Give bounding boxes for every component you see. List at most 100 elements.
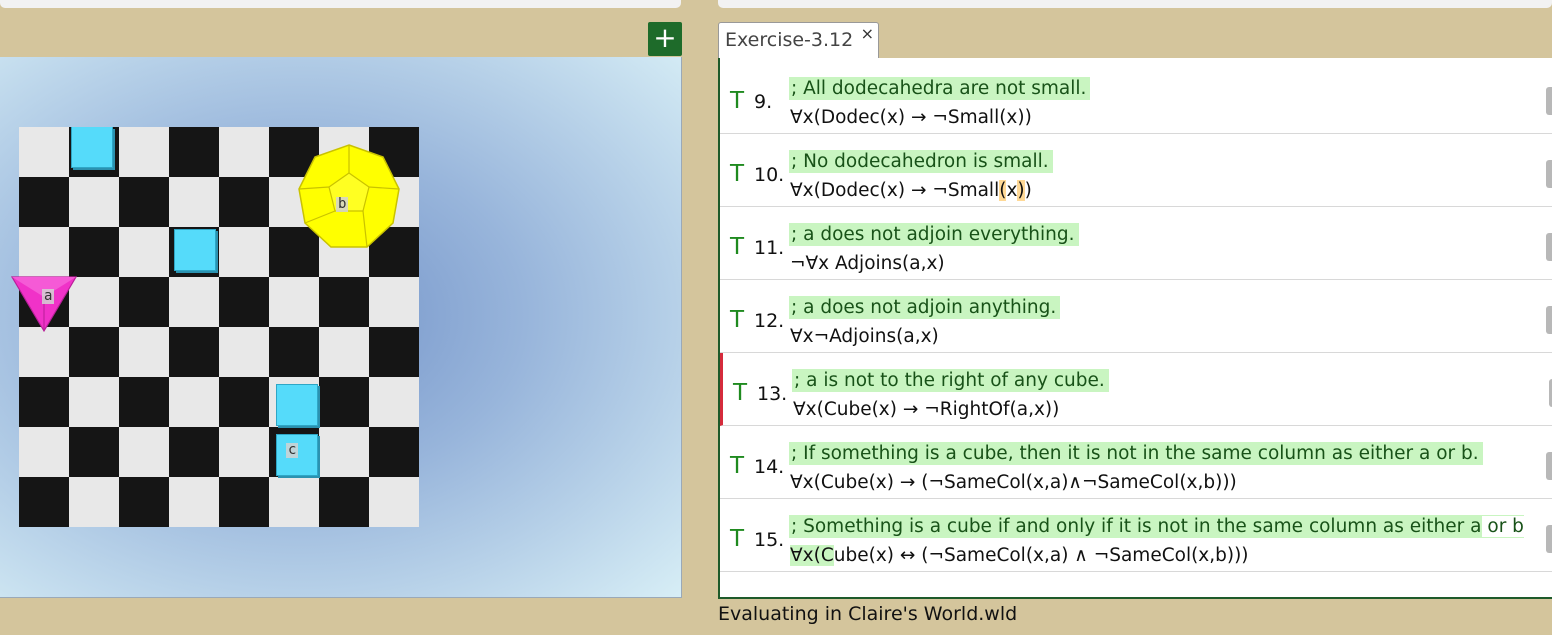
- board-cell[interactable]: [19, 477, 69, 527]
- row-handle[interactable]: [1546, 452, 1552, 480]
- board-cell[interactable]: [219, 277, 269, 327]
- board-cell[interactable]: [69, 227, 119, 277]
- sentence-number: 12.: [754, 310, 785, 332]
- sentence-row[interactable]: T 12. ; a does not adjoin anything. ∀x¬A…: [720, 280, 1552, 353]
- board-cell[interactable]: [69, 427, 119, 477]
- board-cell[interactable]: [119, 277, 169, 327]
- board-cell[interactable]: [219, 377, 269, 427]
- sentence-row[interactable]: T 9. ; All dodecahedra are not small. ∀x…: [720, 61, 1552, 134]
- board-cell[interactable]: [319, 427, 369, 477]
- board-cell[interactable]: [219, 227, 269, 277]
- board-cell[interactable]: [69, 177, 119, 227]
- sentence-row[interactable]: T 10. ; No dodecahedron is small. ∀x(Dod…: [720, 134, 1552, 207]
- formula-highlight: ∀x(C: [790, 545, 834, 566]
- sentence-number: 14.: [754, 456, 785, 478]
- sentence-formula[interactable]: ∀x(Dodec(x) → ¬Small(x)): [790, 106, 1032, 129]
- board-cell[interactable]: [219, 177, 269, 227]
- board-cell[interactable]: [269, 327, 319, 377]
- formula-text: x: [1006, 180, 1018, 201]
- board-cell[interactable]: [319, 327, 369, 377]
- sentence-row-current[interactable]: T 13. ; a is not to the right of any cub…: [720, 353, 1552, 426]
- board-cell[interactable]: [19, 327, 69, 377]
- sentence-comment: ; Something is a cube if and only if it …: [789, 515, 1524, 538]
- board-cell[interactable]: [119, 227, 169, 277]
- board-cell[interactable]: [169, 377, 219, 427]
- board-cell[interactable]: [69, 477, 119, 527]
- sentence-row[interactable]: T 15. ; Something is a cube if and only …: [720, 499, 1552, 572]
- board-cell[interactable]: [169, 277, 219, 327]
- board-cell[interactable]: [119, 377, 169, 427]
- board-cell[interactable]: [119, 127, 169, 177]
- formula-text: ube(x) ↔ (¬SameCol(x,a) ∧ ¬SameCol(x,b))…: [833, 545, 1249, 566]
- row-handle[interactable]: [1546, 87, 1552, 115]
- sentence-comment: ; All dodecahedra are not small.: [789, 77, 1091, 100]
- cube-block[interactable]: [71, 127, 113, 168]
- board-cell[interactable]: [119, 327, 169, 377]
- board-cell[interactable]: [319, 277, 369, 327]
- sentence-formula[interactable]: ∀x(Cube(x) → ¬RightOf(a,x)): [793, 398, 1059, 421]
- tab-exercise[interactable]: Exercise-3.12 ×: [718, 22, 879, 58]
- top-strip-left: [0, 0, 681, 8]
- sentence-formula[interactable]: ¬∀x Adjoins(a,x): [790, 252, 945, 275]
- board-cell[interactable]: [169, 177, 219, 227]
- board-cell[interactable]: [19, 127, 69, 177]
- sentence-number: 13.: [757, 383, 788, 405]
- board-cell[interactable]: [369, 277, 419, 327]
- board-cell[interactable]: [169, 427, 219, 477]
- board-cell[interactable]: [169, 327, 219, 377]
- board-cell[interactable]: [369, 377, 419, 427]
- tetrahedron-label-a: a: [42, 288, 55, 304]
- cube-block[interactable]: [174, 229, 216, 271]
- truth-value: T: [730, 161, 745, 187]
- sentence-comment: ; If something is a cube, then it is not…: [789, 442, 1483, 465]
- board-cell[interactable]: [369, 327, 419, 377]
- board-cell[interactable]: [119, 477, 169, 527]
- sentence-formula[interactable]: ∀x(Cube(x) ↔ (¬SameCol(x,a) ∧ ¬SameCol(x…: [790, 544, 1249, 567]
- board-cell[interactable]: [19, 227, 69, 277]
- board-cell[interactable]: [69, 377, 119, 427]
- board-cell[interactable]: [269, 477, 319, 527]
- board-cell[interactable]: [119, 427, 169, 477]
- tetrahedron-a[interactable]: [10, 275, 78, 333]
- dodecahedron-b[interactable]: [297, 143, 401, 251]
- row-handle[interactable]: [1546, 160, 1552, 188]
- board-cell[interactable]: [19, 377, 69, 427]
- cube-block[interactable]: [276, 384, 318, 426]
- board-cell[interactable]: [269, 277, 319, 327]
- board-cell[interactable]: [219, 477, 269, 527]
- board-cell[interactable]: [119, 177, 169, 227]
- sentence-list[interactable]: T 9. ; All dodecahedra are not small. ∀x…: [718, 58, 1552, 599]
- sentence-formula[interactable]: ∀x(Dodec(x) → ¬Small(x)): [790, 179, 1032, 202]
- truth-value: T: [733, 380, 748, 406]
- close-icon[interactable]: ×: [861, 24, 874, 43]
- status-text: Evaluating in Claire's World.wld: [718, 603, 1018, 625]
- board-cell[interactable]: [369, 477, 419, 527]
- board-cell[interactable]: [19, 177, 69, 227]
- row-handle[interactable]: [1546, 525, 1552, 553]
- truth-value: T: [730, 234, 745, 260]
- sentence-formula[interactable]: ∀x¬Adjoins(a,x): [790, 325, 939, 348]
- truth-value: T: [730, 307, 745, 333]
- board-cell[interactable]: [319, 377, 369, 427]
- board-cell[interactable]: [169, 477, 219, 527]
- world-view[interactable]: c b a: [0, 57, 682, 598]
- board-cell[interactable]: [319, 477, 369, 527]
- cube-label-c: c: [286, 442, 299, 458]
- add-world-button[interactable]: +: [648, 22, 682, 56]
- comment-text: ; Something is a cube if and only if it …: [791, 516, 1482, 537]
- sentence-formula[interactable]: ∀x(Cube(x) → (¬SameCol(x,a)∧¬SameCol(x,b…: [790, 471, 1237, 494]
- board-cell[interactable]: [169, 127, 219, 177]
- row-handle[interactable]: [1546, 306, 1552, 334]
- board-cell[interactable]: [69, 327, 119, 377]
- board-cell[interactable]: [219, 327, 269, 377]
- sentence-comment: ; a does not adjoin anything.: [789, 296, 1061, 319]
- board-cell[interactable]: [219, 127, 269, 177]
- truth-value: T: [730, 88, 745, 114]
- board-cell[interactable]: [19, 427, 69, 477]
- sentence-row[interactable]: T 11. ; a does not adjoin everything. ¬∀…: [720, 207, 1552, 280]
- board-cell[interactable]: [219, 427, 269, 477]
- sentence-row[interactable]: T 14. ; If something is a cube, then it …: [720, 426, 1552, 499]
- board-cell[interactable]: [369, 427, 419, 477]
- row-handle[interactable]: [1546, 233, 1552, 261]
- dodecahedron-label-b: b: [336, 196, 349, 212]
